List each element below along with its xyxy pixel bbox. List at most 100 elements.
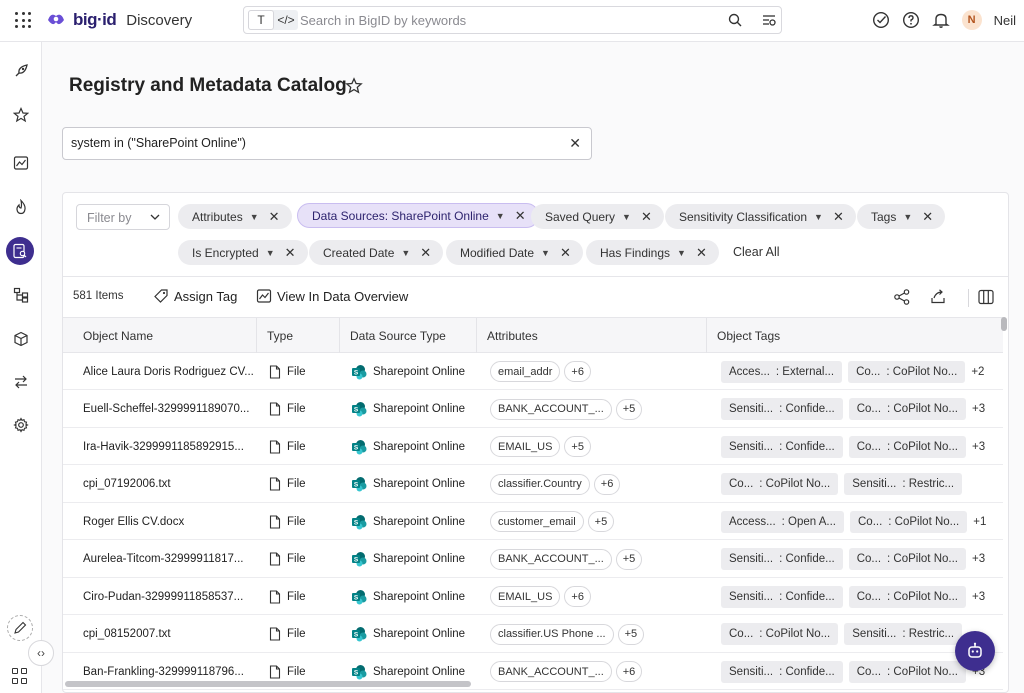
attribute-chip[interactable]: classifier.Country [490,473,590,495]
attribute-chip[interactable]: BANK_ACCOUNT_... [490,398,612,420]
table-row[interactable]: Aurelea-Titcom-32999911817... File S Sharep… [63,541,1003,578]
object-tag[interactable]: Acces...: External... [721,360,843,383]
remove-chip-icon[interactable]: ✕ [641,209,652,225]
filter-chip-sensitivity[interactable]: Sensitivity Classification ▼ ✕ [665,204,856,229]
object-tag[interactable]: Co...: CoPilot No... [850,510,968,533]
user-name[interactable]: Neil [994,13,1016,28]
attribute-chip[interactable]: customer_email [490,511,584,532]
sidebar-item-risk[interactable] [10,196,32,218]
sidebar-item-data-sources[interactable] [10,284,32,306]
chevron-down-icon[interactable]: ▼ [903,212,912,222]
object-tag[interactable]: Sensiti...: Restric... [844,623,963,645]
object-name-link[interactable]: Ban-Frankling-329999118796... [83,666,244,678]
table-row[interactable]: Roger Ellis CV.docx File S Sharepoint Onlin… [63,503,1003,540]
attribute-chip[interactable]: email_addr [490,361,561,382]
more-attributes-count[interactable]: +6 [615,661,643,682]
clear-all-button[interactable]: Clear All [733,245,780,259]
object-name-link[interactable]: Alice Laura Doris Rodriguez CV... [83,366,254,378]
object-tag[interactable]: Sensiti...: Restric... [844,473,963,495]
more-attributes-count[interactable]: +5 [615,398,643,420]
filter-by-select[interactable]: Filter by [76,204,170,230]
column-header-data-source-type[interactable]: Data Source Type [340,318,477,353]
assistant-bot-button[interactable] [955,631,995,671]
sidebar-item-settings[interactable] [10,414,32,436]
object-tag[interactable]: Co...: CoPilot No... [848,398,966,420]
filter-chip-modified-date[interactable]: Modified Date ▼ ✕ [446,240,583,265]
table-row[interactable]: Ciro-Pudan-32999911858537... File S Sharepo… [63,578,1003,615]
notifications-bell-icon[interactable] [931,11,950,29]
attribute-chip[interactable]: classifier.US Phone ... [490,623,614,645]
more-tags-count[interactable]: +3 [972,591,985,603]
column-header-type[interactable]: Type [257,318,340,353]
column-header-object-name[interactable]: Object Name [73,318,257,353]
more-tags-count[interactable]: +3 [972,403,985,415]
object-tag[interactable]: Sensiti...: Confide... [721,548,843,570]
query-field[interactable]: ✕ [62,127,592,160]
horizontal-scrollbar[interactable] [65,681,471,687]
chevron-down-icon[interactable]: ▼ [541,248,550,258]
table-row[interactable]: cpi_07192006.txt File S Sharepoint Online cl… [63,466,1003,503]
remove-chip-icon[interactable]: ✕ [833,209,844,225]
filter-chip-created-date[interactable]: Created Date ▼ ✕ [309,240,444,265]
sidebar-item-favorites[interactable] [10,104,32,126]
table-row[interactable]: Alice Laura Doris Rodriguez CV... File S Sh… [63,353,1003,390]
object-tag[interactable]: Co...: CoPilot No... [848,660,966,683]
filter-chip-tags[interactable]: Tags ▼ ✕ [857,204,946,229]
advanced-search-icon[interactable] [761,12,777,28]
search-input[interactable] [300,10,700,30]
more-attributes-count[interactable]: +6 [564,361,591,382]
share-icon[interactable] [893,288,911,306]
chevron-down-icon[interactable]: ▼ [266,248,275,258]
object-name-link[interactable]: Ciro-Pudan-32999911858537... [83,591,243,603]
sidebar-item-applications[interactable] [10,328,32,350]
filter-chip-data-sources[interactable]: Data Sources: SharePoint Online ▼ ✕ [297,203,539,228]
object-tag[interactable]: Co...: CoPilot No... [721,473,839,495]
table-row[interactable]: Euell-Scheffel-3299991189070... File S Shar… [63,391,1003,428]
attribute-chip[interactable]: BANK_ACCOUNT_... [490,661,612,682]
clear-query-icon[interactable]: ✕ [569,135,581,152]
object-name-link[interactable]: cpi_08152007.txt [83,628,171,640]
object-tag[interactable]: Sensiti...: Confide... [721,660,843,683]
object-tag[interactable]: Access...: Open A... [721,510,844,533]
attribute-chip[interactable]: EMAIL_US [490,586,561,607]
remove-chip-icon[interactable]: ✕ [696,245,707,261]
search-mode-toggle[interactable]: T </> [248,10,298,30]
view-data-overview-button[interactable]: View In Data Overview [256,288,408,304]
more-attributes-count[interactable]: +5 [587,511,615,532]
avatar[interactable]: N [961,10,982,30]
object-tag[interactable]: Co...: CoPilot No... [721,623,839,645]
sidebar-item-dashboard[interactable] [10,152,32,174]
text-mode-button[interactable]: T [248,10,274,30]
more-attributes-count[interactable]: +6 [564,586,591,607]
more-attributes-count[interactable]: +5 [617,623,645,645]
table-row[interactable]: Ira-Havik-3299991185892915... File S Sharep… [63,428,1003,465]
help-icon[interactable] [902,11,920,29]
object-name-link[interactable]: Aurelea-Titcom-32999911817... [83,553,243,565]
object-name-link[interactable]: Ira-Havik-3299991185892915... [83,441,244,453]
remove-chip-icon[interactable]: ✕ [269,209,280,225]
remove-chip-icon[interactable]: ✕ [560,245,571,261]
more-attributes-count[interactable]: +5 [615,548,643,570]
chevron-down-icon[interactable]: ▼ [401,248,410,258]
columns-icon[interactable] [977,288,995,306]
remove-chip-icon[interactable]: ✕ [285,245,296,261]
more-attributes-count[interactable]: +6 [593,473,621,495]
object-tag[interactable]: Co...: CoPilot No... [848,435,966,458]
remove-chip-icon[interactable]: ✕ [515,208,526,224]
search-icon[interactable] [727,12,743,28]
remove-chip-icon[interactable]: ✕ [922,209,933,225]
object-tag[interactable]: Co...: CoPilot No... [848,585,966,608]
chevron-down-icon[interactable]: ▼ [250,212,259,222]
query-input[interactable] [71,136,541,150]
assign-tag-button[interactable]: Assign Tag [153,288,237,304]
sidebar-item-catalog[interactable] [6,237,34,265]
object-tag[interactable]: Sensiti...: Confide... [721,585,843,608]
chevron-down-icon[interactable]: ▼ [622,212,631,222]
object-name-link[interactable]: cpi_07192006.txt [83,478,171,490]
object-tag[interactable]: Sensiti...: Confide... [721,398,843,420]
collapse-sidebar-button[interactable]: ‹› [28,640,54,666]
sidebar-item-transfers[interactable] [10,371,32,393]
chevron-down-icon[interactable]: ▼ [677,248,686,258]
chevron-down-icon[interactable]: ▼ [814,212,823,222]
filter-chip-has-findings[interactable]: Has Findings ▼ ✕ [586,240,719,265]
